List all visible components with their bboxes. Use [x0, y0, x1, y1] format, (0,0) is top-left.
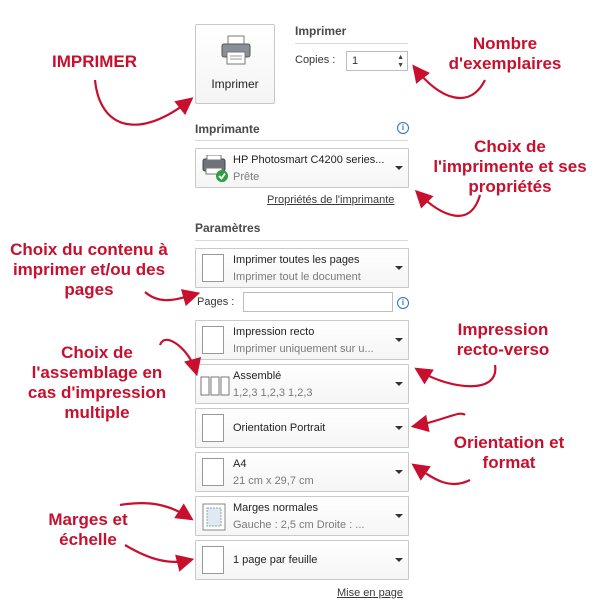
- chevron-down-icon: [395, 382, 403, 386]
- margins-dropdown[interactable]: Marges normales Gauche : 2,5 cm Droite :…: [195, 496, 409, 536]
- dropdown-title: A4: [233, 458, 247, 470]
- printer-dropdown[interactable]: HP Photosmart C4200 series... Prête: [195, 148, 409, 188]
- pages-label: Pages :: [197, 296, 235, 308]
- divider: [195, 140, 408, 141]
- increment-icon[interactable]: ▲: [397, 54, 404, 61]
- chevron-down-icon: [395, 514, 403, 518]
- annotation-content: Choix du contenu à imprimer et/ou des pa…: [10, 240, 168, 299]
- chevron-down-icon: [395, 426, 403, 430]
- dropdown-title: Marges normales: [233, 502, 318, 514]
- collate-icon: [200, 376, 230, 396]
- copies-label: Copies :: [295, 54, 336, 66]
- print-section-title: Imprimer: [295, 24, 347, 38]
- margins-icon: [202, 503, 226, 531]
- annotation-printer: Choix de l'imprimente et ses propriétés: [433, 137, 587, 196]
- settings-section-title: Paramètres: [195, 221, 261, 235]
- page-setup-link[interactable]: Mise en page: [337, 587, 403, 599]
- printer-ready-icon: [202, 155, 228, 182]
- copies-value: 1: [352, 55, 359, 67]
- chevron-down-icon: [395, 338, 403, 342]
- dropdown-subtitle: Imprimer tout le document: [233, 271, 361, 283]
- printer-name: HP Photosmart C4200 series...: [233, 154, 385, 166]
- annotation-copies: Nombre d'exemplaires: [448, 34, 562, 73]
- printer-section-title: Imprimante: [195, 122, 260, 136]
- info-icon[interactable]: i: [397, 297, 409, 309]
- pages-per-sheet-dropdown[interactable]: 1 page par feuille: [195, 540, 409, 580]
- divider: [295, 43, 408, 44]
- decrement-icon[interactable]: ▼: [397, 62, 404, 69]
- print-button-label: Imprimer: [211, 77, 259, 91]
- pages-input[interactable]: [243, 292, 393, 312]
- one-side-icon: [202, 326, 224, 354]
- paper-size-dropdown[interactable]: A4 21 cm x 29,7 cm: [195, 452, 409, 492]
- paper-size-icon: [202, 458, 224, 486]
- duplex-dropdown[interactable]: Impression recto Imprimer uniquement sur…: [195, 320, 409, 360]
- printer-properties-link[interactable]: Propriétés de l'imprimante: [267, 194, 394, 206]
- dropdown-subtitle: Gauche : 2,5 cm Droite : ...: [233, 519, 365, 531]
- arrow: [93, 79, 194, 126]
- dropdown-subtitle: Imprimer uniquement sur u...: [233, 343, 374, 355]
- portrait-icon: [202, 414, 224, 442]
- dropdown-subtitle: 1,2,3 1,2,3 1,2,3: [233, 387, 313, 399]
- annotation-imprimer: IMPRIMER: [52, 52, 137, 71]
- dropdown-title: Imprimer toutes les pages: [233, 254, 360, 266]
- dropdown-title: Orientation Portrait: [233, 422, 326, 434]
- arrow: [410, 412, 466, 433]
- copies-stepper[interactable]: 1 ▲ ▼: [346, 51, 408, 71]
- annotation-collate: Choix de l'assemblage en cas d'impressio…: [27, 343, 167, 422]
- annotation-orientation: Orientation et format: [453, 433, 565, 472]
- chevron-down-icon: [395, 470, 403, 474]
- collate-dropdown[interactable]: Assemblé 1,2,3 1,2,3 1,2,3: [195, 364, 409, 404]
- annotation-duplex: Impression recto-verso: [456, 320, 550, 359]
- divider: [195, 240, 408, 241]
- chevron-down-icon: [395, 166, 403, 170]
- print-button[interactable]: Imprimer: [195, 24, 275, 104]
- printer-icon: [221, 35, 251, 65]
- printer-status: Prête: [233, 171, 260, 183]
- info-icon[interactable]: i: [397, 122, 409, 134]
- dropdown-subtitle: 21 cm x 29,7 cm: [233, 475, 314, 487]
- arrow: [414, 364, 497, 388]
- chevron-down-icon: [395, 266, 403, 270]
- dropdown-title: Impression recto: [233, 326, 315, 338]
- chevron-down-icon: [395, 558, 403, 562]
- dropdown-title: 1 page par feuille: [233, 554, 318, 566]
- dropdown-title: Assemblé: [233, 370, 282, 382]
- annotation-margins: Marges et échelle: [48, 510, 128, 549]
- print-range-dropdown[interactable]: Imprimer toutes les pages Imprimer tout …: [195, 248, 409, 288]
- pages-icon: [202, 254, 224, 282]
- pages-per-sheet-icon: [202, 546, 224, 574]
- orientation-dropdown[interactable]: Orientation Portrait: [195, 408, 409, 448]
